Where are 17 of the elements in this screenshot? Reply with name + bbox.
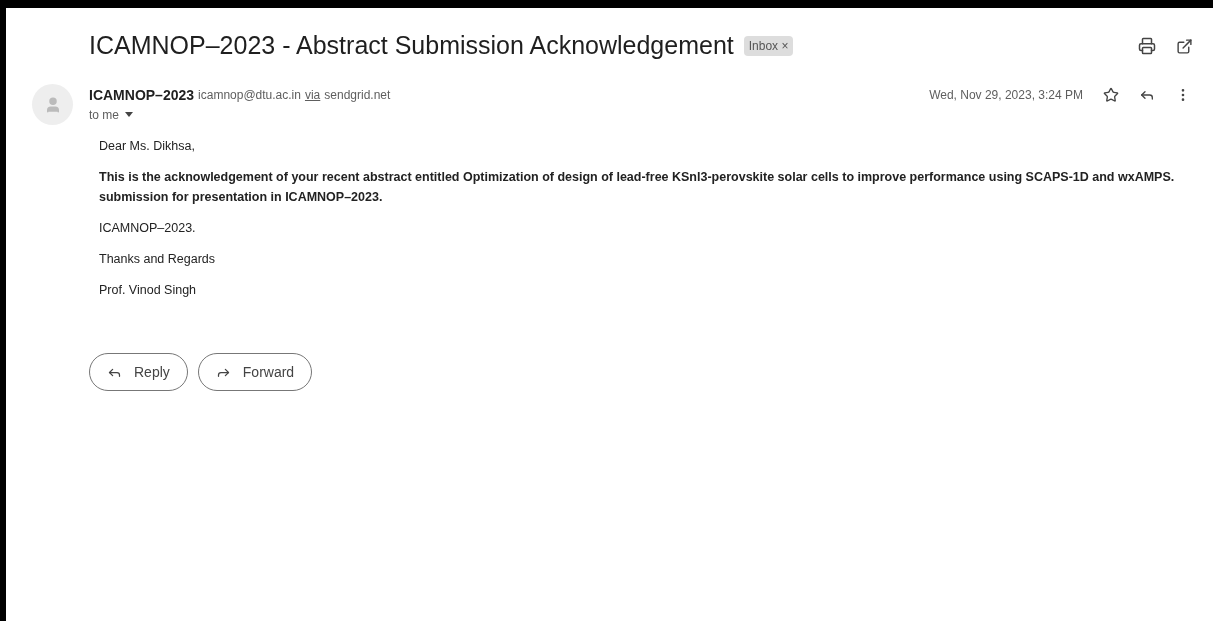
- email-date: Wed, Nov 29, 2023, 3:24 PM: [929, 87, 1083, 104]
- email-subject: ICAMNOP–2023 - Abstract Submission Acknowledgement: [89, 30, 734, 62]
- sender-email: icamnop@dtu.ac.in: [198, 87, 301, 104]
- print-icon[interactable]: [1138, 37, 1156, 55]
- message-paragraph: ICAMNOP–2023.: [99, 220, 197, 237]
- via-link[interactable]: via: [304, 86, 321, 104]
- recipient-dropdown[interactable]: to me: [89, 106, 134, 124]
- message-paragraph: Prof. Vinod Singh: [99, 282, 198, 299]
- relay-domain: sendgrid.net: [324, 87, 391, 104]
- external-link-icon[interactable]: [1176, 37, 1193, 55]
- message-paragraph: Dear Ms. Dikhsa,: [99, 138, 196, 155]
- message-paragraph: This is the acknowledgement of your recent abstract entitled Optimization of design of lead-free KSnl3-perovskite solar cells to improve performance using SCAPS-1D and wxAMPS. submission for presentation in ICAMNOP–2023.: [99, 169, 1176, 206]
- sender-name: ICAMNOP–2023: [89, 85, 195, 105]
- star-icon[interactable]: [1103, 87, 1119, 103]
- inbox-label[interactable]: Inbox ×: [743, 36, 794, 56]
- caret-icon: [124, 112, 134, 118]
- message-paragraph: Thanks and Regards: [99, 251, 217, 268]
